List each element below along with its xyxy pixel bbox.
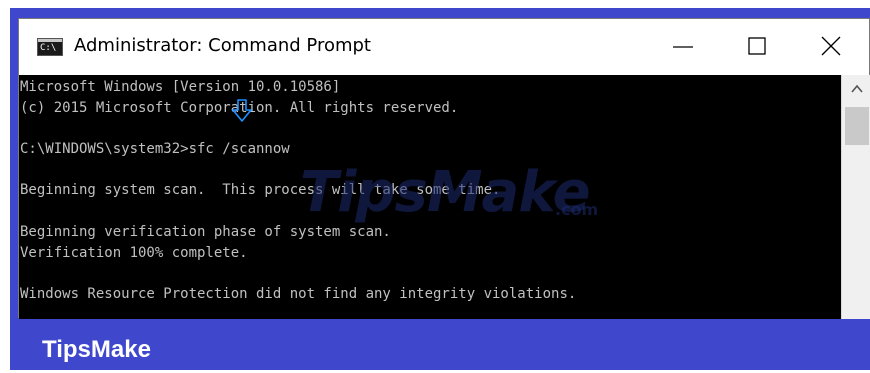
console-line: Windows Resource Protection did not find… <box>20 285 577 302</box>
title-bar[interactable]: C:\ Administrator: Command Prompt <box>19 19 869 75</box>
command-prompt-window: C:\ Administrator: Command Prompt Micros… <box>18 18 870 319</box>
console-output[interactable]: Microsoft Windows [Version 10.0.10586] (c… <box>19 75 841 319</box>
close-button[interactable] <box>811 31 851 61</box>
scroll-up-arrow-icon[interactable] <box>850 83 864 95</box>
console-line: Beginning system scan. This process will… <box>20 182 501 199</box>
brand-label: TipsMake <box>42 336 151 363</box>
console-line: C:\WINDOWS\system32>sfc /scannow <box>20 141 290 158</box>
minimize-button[interactable] <box>663 31 703 61</box>
window-title: Administrator: Command Prompt <box>74 35 371 56</box>
minimize-icon <box>673 46 693 48</box>
console-line: (c) 2015 Microsoft Corporation. All righ… <box>20 99 459 116</box>
maximize-icon <box>748 37 766 55</box>
console-line: Verification 100% complete. <box>20 244 248 261</box>
down-arrow-icon <box>232 99 252 122</box>
console-text: Microsoft Windows [Version 10.0.10586] (c… <box>20 77 576 305</box>
close-icon <box>821 36 841 56</box>
maximize-button[interactable] <box>737 31 777 61</box>
vertical-scrollbar[interactable] <box>841 75 870 319</box>
console-line: Beginning verification phase of system s… <box>20 223 391 240</box>
console-line: Microsoft Windows [Version 10.0.10586] <box>20 79 341 95</box>
cmd-icon[interactable]: C:\ <box>37 38 63 56</box>
scroll-thumb[interactable] <box>845 107 869 145</box>
